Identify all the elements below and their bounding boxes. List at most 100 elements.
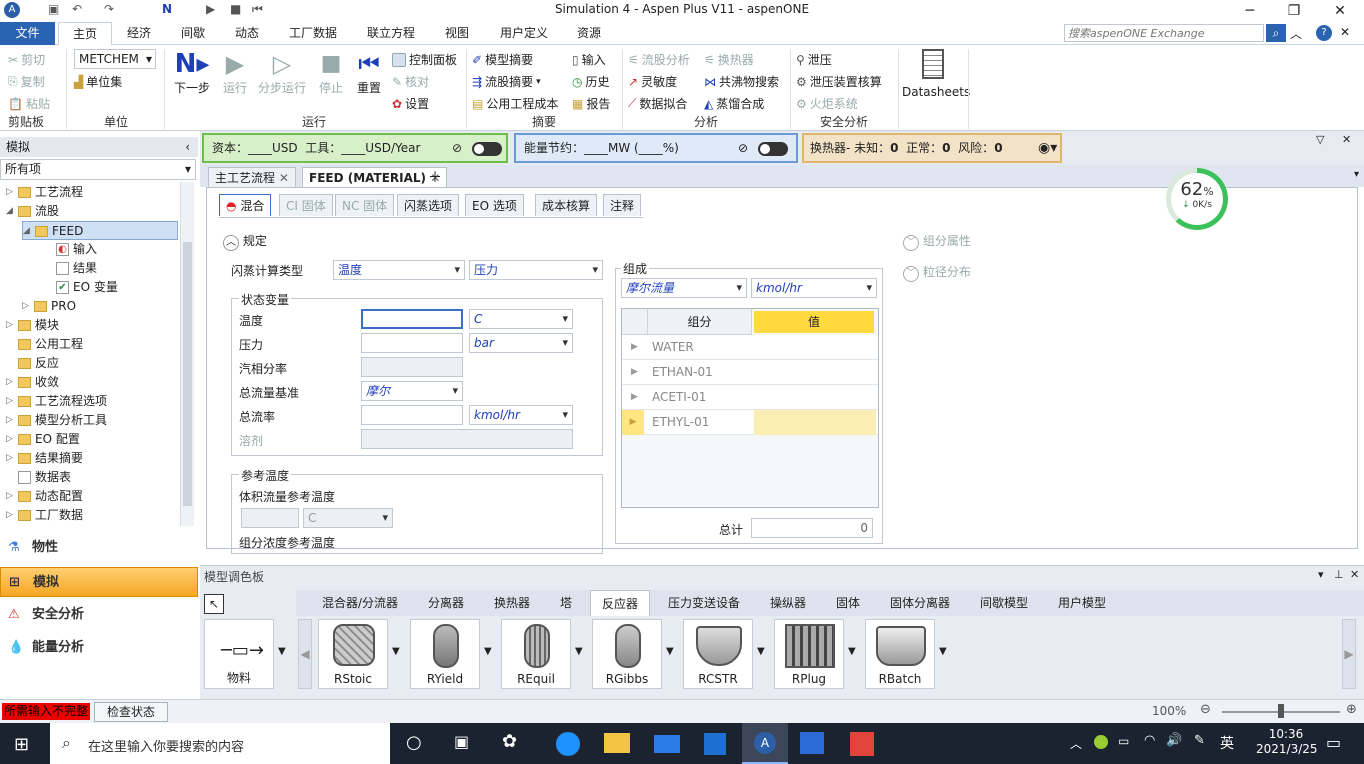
aspen-taskbar-icon[interactable]: A	[742, 723, 788, 764]
flow-rate-unit-select[interactable]: kmol/hr	[469, 405, 573, 425]
collapse-ribbon-icon[interactable]: ︿	[1290, 25, 1302, 42]
tree-item-input[interactable]: ◐ 输入	[56, 240, 97, 259]
data-fit-button[interactable]: ⟋ 数据拟合	[628, 95, 687, 112]
tree-item-blocks[interactable]: ▷ 模块	[6, 316, 59, 335]
chevron-down-icon[interactable]: ▼	[575, 646, 583, 657]
pointer-icon[interactable]: ↖	[204, 594, 224, 614]
cortana-icon[interactable]: ○	[406, 732, 422, 753]
menu-home[interactable]: 主页	[58, 22, 112, 45]
photos-icon[interactable]	[800, 732, 824, 754]
minimize-icon[interactable]: ─	[1228, 0, 1272, 22]
nav-safety[interactable]: ⚠ 安全分析	[0, 600, 198, 630]
palette-scroll-left[interactable]: ◀	[298, 619, 312, 689]
palette-tab-exchangers[interactable]: 换热器	[494, 592, 530, 614]
app-red-icon[interactable]	[850, 732, 874, 756]
composition-unit-select[interactable]: kmol/hr	[751, 278, 877, 298]
tree-item-dynamic-config[interactable]: ▷ 动态配置	[6, 487, 83, 506]
utility-costs-button[interactable]: ▤ 公用工程成本	[472, 95, 558, 112]
stream-analysis-button[interactable]: ⚟ 流股分析	[628, 51, 690, 68]
palette-close-icon[interactable]: ✕	[1350, 568, 1359, 581]
tree-item-reactions[interactable]: 反应	[6, 354, 59, 373]
chevron-down-icon[interactable]: ▼	[484, 646, 492, 657]
distillation-synthesis-button[interactable]: ◭ 蒸馏合成	[704, 95, 764, 112]
tree-item-pro[interactable]: ▷ PRO	[22, 297, 76, 316]
step-button[interactable]: ▷ 分步运行	[256, 49, 308, 96]
battery-icon[interactable]: ▭	[1118, 734, 1129, 748]
energy-toggle[interactable]	[758, 142, 788, 156]
palette-item-rgibbs[interactable]: RGibbs	[592, 619, 662, 689]
zoom-in-icon[interactable]: ⊕	[1346, 702, 1357, 717]
tree-item-eo-config[interactable]: ▷ EO 配置	[6, 430, 80, 449]
menu-economics[interactable]: 经济	[114, 22, 164, 45]
palette-item-rbatch[interactable]: RBatch	[865, 619, 935, 689]
form-tab-ci-solid[interactable]: CI 固体	[279, 194, 333, 216]
tray-app-icon[interactable]	[1094, 735, 1108, 749]
add-tab-icon[interactable]: ＋	[428, 167, 442, 187]
menu-view[interactable]: 视图	[434, 22, 480, 45]
component-attributes-expander[interactable]: ﹀ 组分属性	[903, 232, 971, 251]
help-icon[interactable]: ?	[1316, 25, 1332, 41]
tree-item-results[interactable]: 结果	[56, 259, 97, 278]
menu-batch[interactable]: 间歇	[168, 22, 218, 45]
composition-basis-select[interactable]: 摩尔流量	[621, 278, 747, 298]
chevron-down-icon[interactable]: ▼	[278, 646, 286, 657]
settings-button[interactable]: ✿ 设置	[392, 95, 429, 112]
report-button[interactable]: ▦ 报告	[572, 95, 610, 112]
exchange-search-input[interactable]	[1064, 24, 1264, 42]
model-summary-button[interactable]: ✐ 模型摘要	[472, 51, 533, 68]
form-tab-comments[interactable]: 注释	[603, 194, 642, 216]
tree-item-utilities[interactable]: 公用工程	[6, 335, 83, 354]
run-button[interactable]: ▶ 运行	[220, 49, 250, 96]
relief-check-button[interactable]: ⚙ 泄压装置核算	[796, 73, 882, 90]
pressure-input[interactable]	[361, 333, 463, 353]
tab-feed-material[interactable]: FEED (MATERIAL) ✕	[302, 167, 448, 187]
tree-item-flowsheet[interactable]: ▷ 工艺流程	[6, 183, 83, 202]
control-panel-button[interactable]: 控制面板	[392, 51, 457, 68]
navigation-filter-select[interactable]: 所有项 ▾	[0, 159, 196, 180]
menu-customize[interactable]: 用户定义	[492, 22, 556, 45]
copy-button[interactable]: ⎘ 复制	[8, 73, 45, 90]
palette-tab-user[interactable]: 用户模型	[1058, 592, 1106, 614]
collapse-pane-icon[interactable]: ‹	[185, 137, 190, 157]
chevron-down-icon[interactable]: ▼	[666, 646, 674, 657]
check-status-button[interactable]: 检查状态	[94, 702, 168, 722]
palette-item-material[interactable]: ─▭→ 物料	[204, 619, 274, 689]
table-row[interactable]: ▶ WATER	[622, 335, 878, 360]
tree-item-plant-data[interactable]: ▷ 工厂数据	[6, 506, 83, 525]
flare-system-button[interactable]: ⚙ 火炬系统	[796, 95, 858, 112]
flash-type-b-select[interactable]: 压力	[469, 260, 603, 280]
reset-button[interactable]: ⏮ 重置	[354, 49, 384, 96]
form-tab-costing[interactable]: 成本核算	[535, 194, 598, 216]
scrollbar-thumb[interactable]	[183, 242, 192, 506]
search-icon[interactable]: ⌕	[1266, 24, 1286, 42]
tree-item-streams[interactable]: ◢ 流股	[6, 202, 59, 221]
datasheets-button[interactable]: Datasheets	[902, 49, 970, 99]
palette-menu-icon[interactable]: ▾	[1318, 568, 1324, 581]
chevron-down-icon[interactable]: ▼	[392, 646, 400, 657]
temperature-unit-select[interactable]: C	[469, 309, 573, 329]
heat-exchanger-button[interactable]: ⚟ 换热器	[704, 51, 754, 68]
nav-properties[interactable]: ⚗ 物性	[0, 533, 198, 563]
wifi-icon[interactable]: ◠	[1144, 733, 1155, 748]
total-flow-rate-input[interactable]	[361, 405, 463, 425]
form-tab-flash-options[interactable]: 闪蒸选项	[397, 194, 460, 216]
file-explorer-icon[interactable]	[604, 733, 630, 753]
palette-item-rplug[interactable]: RPlug	[774, 619, 844, 689]
palette-tab-manipulators[interactable]: 操纵器	[770, 592, 806, 614]
input-language[interactable]: 英	[1220, 733, 1234, 753]
tab-main-flowsheet[interactable]: 主工艺流程 ✕	[208, 167, 296, 187]
azeotrope-search-button[interactable]: ⋈ 共沸物搜索	[704, 73, 779, 90]
palette-tab-solids[interactable]: 固体	[836, 592, 860, 614]
mail-icon[interactable]	[654, 735, 680, 753]
palette-item-ryield[interactable]: RYield	[410, 619, 480, 689]
form-tab-eo-options[interactable]: EO 选项	[465, 194, 524, 216]
tree-item-flowsheet-options[interactable]: ▷ 工艺流程选项	[6, 392, 107, 411]
table-row[interactable]: ▶ ETHAN-01	[622, 360, 878, 385]
chevron-down-icon[interactable]: ▼	[939, 646, 947, 657]
psd-expander[interactable]: ﹀ 粒径分布	[903, 263, 971, 282]
zoom-out-icon[interactable]: ⊖	[1200, 702, 1211, 717]
palette-tab-pressure[interactable]: 压力变送设备	[668, 592, 740, 614]
palette-item-requil[interactable]: REquil	[501, 619, 571, 689]
tree-item-eo-vars[interactable]: ✔ EO 变量	[56, 278, 118, 297]
paste-button[interactable]: 📋 粘贴	[8, 95, 50, 112]
